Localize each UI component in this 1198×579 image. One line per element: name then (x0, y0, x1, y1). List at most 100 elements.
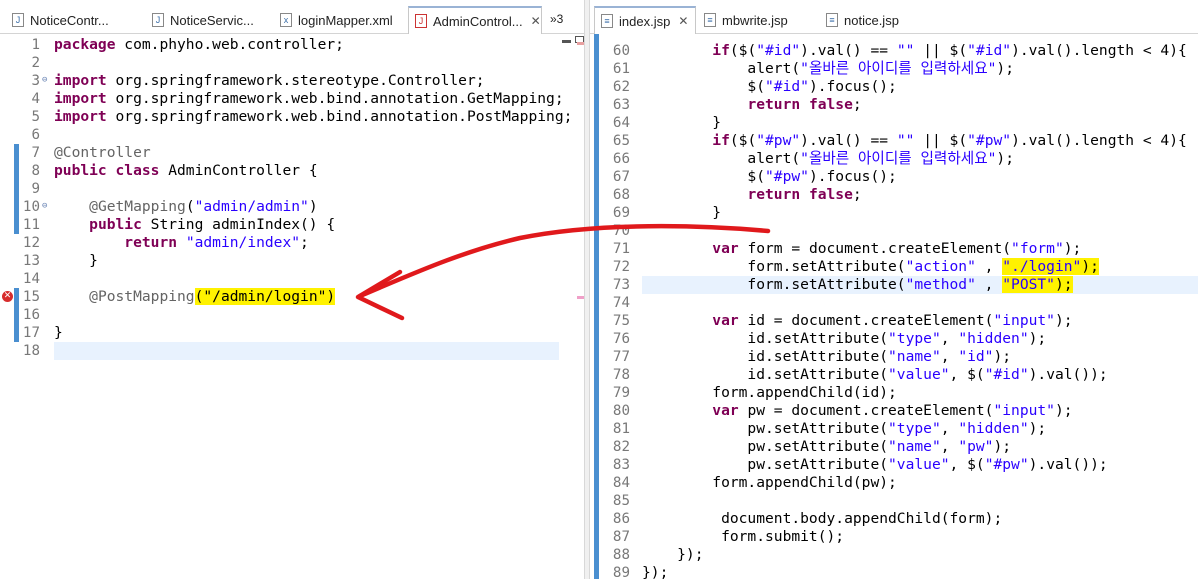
code-token: , (940, 348, 959, 365)
code-token: "admin/index" (185, 234, 301, 251)
code-line[interactable]: form.submit(); (642, 528, 844, 546)
jsp-file-icon: ≡ (704, 13, 716, 27)
line-number: 82 (612, 439, 630, 455)
left-overview-ruler[interactable] (574, 34, 584, 579)
tab-index-jsp[interactable]: ≡ index.jsp ✕ (594, 6, 696, 34)
code-line[interactable]: @PostMapping("/admin/login") (54, 288, 336, 306)
error-marker[interactable] (577, 42, 584, 45)
code-line[interactable]: alert("올바른 아이디를 입력하세요"); (642, 150, 1014, 168)
code-line[interactable]: public String adminIndex() { (54, 216, 335, 234)
java-error-file-icon: J (415, 14, 427, 28)
line-number: 71 (612, 241, 630, 257)
code-line[interactable]: document.body.appendChild(form); (642, 510, 1002, 528)
code-line[interactable]: return false; (642, 96, 861, 114)
code-token: ); (1054, 312, 1073, 329)
xml-file-icon: x (280, 13, 292, 27)
code-line[interactable]: @GetMapping("admin/admin") (54, 198, 318, 216)
code-line[interactable]: }); (642, 564, 668, 579)
code-line[interactable]: $("#pw").focus(); (642, 168, 896, 186)
line-number: 68 (612, 187, 630, 203)
tab-admincontroller[interactable]: J AdminControl... ✕ (408, 6, 542, 34)
minimize-icon[interactable] (562, 40, 571, 43)
code-token: form.submit(); (642, 528, 845, 545)
code-line[interactable]: form.appendChild(id); (642, 384, 897, 402)
code-token: "admin/admin" (194, 198, 309, 215)
code-token: ; (300, 234, 309, 251)
tab-mbwrite-jsp[interactable]: ≡ mbwrite.jsp (698, 6, 818, 34)
code-token: "type" (888, 420, 941, 437)
jsp-file-icon: ≡ (826, 13, 838, 27)
code-token: AdminController { (159, 162, 318, 179)
code-line[interactable]: var pw = document.createElement("input")… (642, 402, 1072, 420)
tab-noticecontroller[interactable]: J NoticeContr... (6, 6, 144, 34)
code-line[interactable]: } (54, 252, 98, 270)
code-line[interactable]: public class AdminController { (54, 162, 318, 180)
tab-overflow-button[interactable]: »3 (550, 12, 563, 26)
change-ruler-marker (594, 34, 599, 579)
code-line[interactable]: import org.springframework.stereotype.Co… (54, 72, 485, 90)
code-token: "올바른 아이디를 입력하세요" (800, 60, 997, 77)
code-token: "#id" (756, 42, 801, 59)
code-line[interactable]: return false; (642, 186, 862, 204)
code-line[interactable]: } (642, 114, 721, 132)
code-token: "input" (993, 312, 1055, 329)
code-line[interactable]: form.appendChild(pw); (642, 474, 897, 492)
fold-toggle-icon[interactable]: ⊖ (42, 75, 47, 85)
error-icon[interactable]: ✕ (2, 291, 13, 302)
line-number: 13 (22, 253, 40, 269)
code-line[interactable]: pw.setAttribute("type", "hidden"); (642, 420, 1046, 438)
code-line[interactable]: id.setAttribute("type", "hidden"); (642, 330, 1046, 348)
code-line[interactable]: var form = document.createElement("form"… (642, 240, 1081, 258)
code-line[interactable]: form.setAttribute("action" , "./login"); (642, 258, 1099, 276)
fold-toggle-icon[interactable]: ⊖ (42, 201, 47, 211)
line-number: 78 (612, 367, 630, 383)
code-token: form.appendChild(pw); (642, 474, 897, 491)
tab-notice-jsp[interactable]: ≡ notice.jsp (820, 6, 930, 34)
code-line[interactable]: } (642, 204, 721, 222)
close-icon[interactable]: ✕ (678, 14, 688, 28)
line-number: 3 (31, 73, 40, 89)
code-token: ; (852, 186, 862, 203)
code-line[interactable]: $("#id").focus(); (642, 78, 896, 96)
code-line[interactable]: pw.setAttribute("value", $("#pw").val())… (642, 456, 1107, 474)
line-number: 6 (31, 127, 40, 143)
left-code-editor[interactable]: package com.phyho.web.controller; import … (54, 34, 572, 579)
code-line[interactable]: id.setAttribute("value", $("#id").val())… (642, 366, 1107, 384)
code-line[interactable]: pw.setAttribute("name", "pw"); (642, 438, 1011, 456)
code-token: if (712, 132, 730, 149)
code-line[interactable]: package com.phyho.web.controller; (54, 36, 344, 54)
code-line[interactable]: alert("올바른 아이디를 입력하세요"); (642, 60, 1014, 78)
right-editor-pane: ≡ index.jsp ✕ ≡ mbwrite.jsp ≡ notice.jsp… (590, 0, 1198, 579)
annotation-marker[interactable] (577, 296, 584, 299)
code-line[interactable]: import org.springframework.web.bind.anno… (54, 108, 572, 126)
code-token: "#pw" (984, 456, 1029, 473)
code-line[interactable]: import org.springframework.web.bind.anno… (54, 90, 564, 108)
code-token: "pw" (958, 438, 994, 455)
code-line[interactable]: }); (642, 546, 704, 564)
close-icon[interactable]: ✕ (531, 14, 541, 28)
code-token: "#pw" (756, 132, 801, 149)
code-line[interactable]: return "admin/index"; (54, 234, 309, 252)
code-line[interactable]: id.setAttribute("name", "id"); (642, 348, 1011, 366)
code-line[interactable]: var id = document.createElement("input")… (642, 312, 1073, 330)
line-number: 62 (612, 79, 630, 95)
code-token: ) (308, 198, 318, 215)
code-line[interactable]: if($("#pw").val() == "" || $("#pw").val(… (642, 132, 1187, 150)
code-token: var (712, 312, 739, 329)
code-line[interactable]: @Controller (54, 144, 151, 162)
tab-loginmapper[interactable]: x loginMapper.xml (274, 6, 408, 34)
line-number: 18 (22, 343, 40, 359)
tab-label: notice.jsp (844, 12, 899, 28)
code-token: import (54, 72, 107, 89)
code-line[interactable]: if($("#id").val() == "" || $("#id").val(… (642, 42, 1187, 60)
code-token: }); (642, 546, 704, 563)
code-token: }); (642, 564, 669, 579)
right-line-number-gutter: 60 61 62 63 64 65 66 67 68 69 70 71 72 73 74 75 76 77 78 79… (590, 34, 640, 579)
right-code-editor[interactable]: if($("#id").val() == "" || $("#id").val(… (642, 34, 1198, 579)
code-token: return (747, 186, 801, 203)
code-line[interactable]: } (54, 324, 63, 342)
code-line[interactable]: form.setAttribute("method" , "POST"); (642, 276, 1073, 294)
tab-noticeservice[interactable]: J NoticeServic... (146, 6, 274, 34)
